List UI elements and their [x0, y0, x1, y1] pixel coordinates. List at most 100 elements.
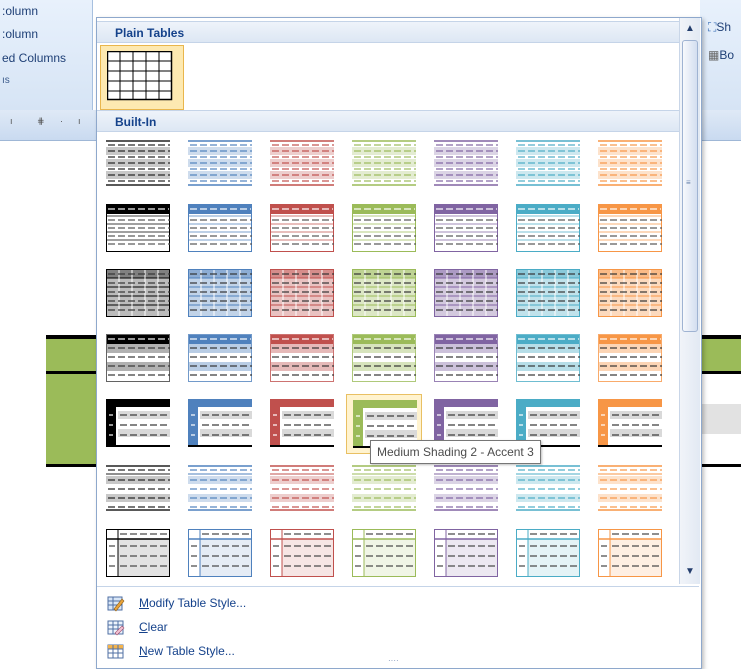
table-styles-gallery: Plain Tables Built-In ▲ ≡ ▼ Modify Table	[96, 17, 702, 669]
document-table-header-cell	[700, 339, 741, 371]
table-style-thumbnail[interactable]	[592, 329, 668, 389]
table-style-thumbnail[interactable]	[182, 134, 258, 194]
table-style-preview	[598, 204, 662, 252]
document-table-border	[700, 464, 741, 467]
table-style-thumbnail[interactable]	[510, 459, 586, 519]
table-style-preview	[106, 140, 170, 186]
table-style-preview	[270, 529, 334, 577]
scrollbar-thumb[interactable]: ≡	[682, 40, 698, 332]
table-style-thumbnail[interactable]	[428, 199, 504, 259]
table-style-thumbnail[interactable]	[264, 394, 340, 454]
table-style-thumbnail[interactable]	[510, 524, 586, 584]
modify-table-style-label: Modify Table Style...	[139, 596, 247, 610]
table-style-preview	[516, 529, 580, 577]
table-style-preview	[106, 529, 170, 577]
gallery-scrollbar[interactable]: ▲ ≡ ▼	[679, 18, 700, 584]
ribbon-option-last-column[interactable]: :olumn	[2, 27, 38, 41]
table-style-thumbnail[interactable]	[346, 264, 422, 324]
table-style-thumbnail[interactable]	[346, 199, 422, 259]
table-style-thumbnail[interactable]	[100, 264, 176, 324]
table-style-thumbnail[interactable]	[100, 394, 176, 454]
table-style-preview	[188, 269, 252, 317]
table-style-thumbnail[interactable]	[182, 264, 258, 324]
table-style-thumbnail[interactable]	[428, 329, 504, 389]
ruler-marker-icon[interactable]: ⋕	[37, 116, 45, 127]
table-style-preview	[106, 465, 170, 511]
table-style-thumbnail[interactable]	[100, 134, 176, 194]
table-style-thumbnail[interactable]	[264, 134, 340, 194]
table-style-preview	[188, 465, 252, 511]
table-style-preview	[106, 269, 170, 317]
shading-button[interactable]: ⛶Sh	[708, 20, 731, 35]
document-table-cell	[700, 374, 741, 404]
table-style-thumbnail[interactable]	[264, 329, 340, 389]
table-style-thumbnail[interactable]	[182, 524, 258, 584]
resize-grip-icon[interactable]: ····	[388, 657, 406, 665]
clear-label-rest: lear	[147, 620, 168, 634]
table-style-preview	[106, 399, 170, 447]
table-style-preview	[598, 529, 662, 577]
table-style-preview	[106, 204, 170, 252]
table-style-preview	[434, 465, 498, 511]
table-style-preview	[598, 399, 662, 447]
new-label-rest: ew Table Style...	[147, 644, 235, 658]
table-style-thumbnail[interactable]	[428, 524, 504, 584]
table-style-thumbnail[interactable]	[346, 134, 422, 194]
scroll-up-arrow-icon[interactable]: ▲	[682, 21, 698, 37]
table-style-thumbnail[interactable]	[264, 524, 340, 584]
clear-table-style-icon	[107, 620, 125, 636]
table-style-preview	[188, 204, 252, 252]
table-style-thumbnail[interactable]	[182, 394, 258, 454]
table-style-thumbnail[interactable]	[428, 459, 504, 519]
table-style-preview	[188, 399, 252, 447]
table-style-thumbnail[interactable]	[428, 134, 504, 194]
table-style-preview	[598, 140, 662, 186]
table-style-preview	[516, 269, 580, 317]
ruler-tick: ·	[60, 116, 63, 126]
table-style-thumbnail[interactable]	[264, 264, 340, 324]
table-style-thumbnail[interactable]	[346, 459, 422, 519]
table-style-thumbnail[interactable]	[100, 329, 176, 389]
table-style-thumbnail[interactable]	[346, 524, 422, 584]
table-style-thumbnail[interactable]	[510, 264, 586, 324]
table-style-thumbnail[interactable]	[592, 134, 668, 194]
style-tooltip: Medium Shading 2 - Accent 3	[370, 440, 541, 464]
ribbon-shading-borders: ⛶Sh ▦Bo	[700, 0, 741, 110]
modify-label-rest: odify Table Style...	[149, 596, 247, 610]
document-table-cell	[700, 404, 741, 434]
table-style-thumbnail[interactable]	[592, 394, 668, 454]
ribbon-table-style-options: :olumn :olumn ed Columns ıs	[0, 0, 93, 110]
table-style-preview	[352, 140, 416, 186]
table-style-thumbnail[interactable]	[428, 264, 504, 324]
ribbon-option-banded-columns[interactable]: ed Columns	[2, 51, 66, 65]
horizontal-ruler-right	[700, 110, 741, 141]
table-style-thumbnail[interactable]	[182, 329, 258, 389]
table-style-thumbnail[interactable]	[592, 264, 668, 324]
table-style-thumbnail[interactable]	[264, 459, 340, 519]
table-style-thumbnail[interactable]	[592, 199, 668, 259]
table-style-thumbnail[interactable]	[264, 199, 340, 259]
borders-button[interactable]: ▦Bo	[708, 48, 734, 62]
table-style-thumbnail[interactable]	[592, 459, 668, 519]
table-style-thumbnail[interactable]	[182, 459, 258, 519]
ribbon-option-first-column[interactable]: :olumn	[2, 4, 38, 18]
scroll-down-arrow-icon[interactable]: ▼	[682, 564, 698, 580]
section-header-plain-tables: Plain Tables	[97, 21, 679, 43]
table-style-preview	[270, 140, 334, 186]
table-style-preview	[352, 529, 416, 577]
table-style-thumbnail[interactable]	[100, 524, 176, 584]
table-style-preview	[434, 269, 498, 317]
clear-menu-item[interactable]: Clear	[97, 616, 699, 640]
table-style-thumbnail[interactable]	[346, 329, 422, 389]
table-style-thumbnail[interactable]	[100, 199, 176, 259]
table-style-thumbnail[interactable]	[182, 199, 258, 259]
table-style-thumbnail[interactable]	[592, 524, 668, 584]
table-style-preview	[270, 399, 334, 447]
table-style-thumbnail[interactable]	[510, 199, 586, 259]
table-style-thumbnail[interactable]	[510, 329, 586, 389]
table-style-preview	[270, 334, 334, 382]
modify-table-style-menu-item[interactable]: Modify Table Style...	[97, 592, 699, 616]
table-style-table-grid[interactable]	[100, 45, 184, 110]
table-style-thumbnail[interactable]	[100, 459, 176, 519]
table-style-thumbnail[interactable]	[510, 134, 586, 194]
